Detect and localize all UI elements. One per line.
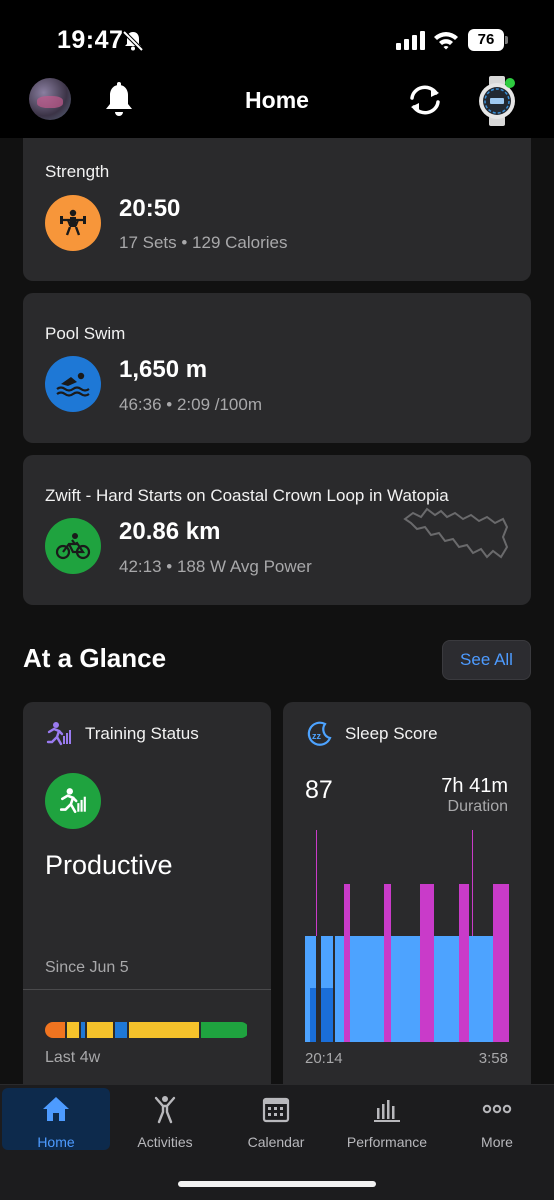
sleep-start-time: 20:14 — [305, 1050, 343, 1067]
weightlifter-icon — [45, 195, 101, 251]
home-indicator — [178, 1181, 376, 1187]
history-segment — [129, 1022, 199, 1038]
sleep-duration-value: 7h 41m — [441, 775, 508, 797]
activity-details: 46:36 • 2:09 /100m — [119, 395, 262, 414]
training-history-bar — [45, 1022, 249, 1038]
sleep-duration-label: Duration — [447, 798, 508, 815]
bell-muted-icon — [122, 30, 144, 52]
see-all-button[interactable]: See All — [442, 640, 531, 680]
training-status-value: Productive — [45, 850, 173, 880]
activity-distance: 20.86 km — [119, 518, 221, 545]
activity-name: Zwift - Hard Starts on Coastal Crown Loo… — [45, 486, 449, 505]
calendar-icon — [262, 1097, 290, 1123]
activity-card-zwift[interactable]: Zwift - Hard Starts on Coastal Crown Loo… — [23, 455, 531, 605]
more-icon — [482, 1104, 512, 1114]
device-connected-dot — [505, 78, 515, 88]
tab-calendar[interactable]: Calendar — [222, 1085, 330, 1151]
sleep-icon: zz — [307, 721, 332, 746]
activity-details: 17 Sets • 129 Calories — [119, 233, 288, 252]
tile-title: Sleep Score — [345, 724, 438, 743]
training-status-card[interactable]: Training Status Productive Since Jun 5 L… — [23, 702, 271, 1102]
history-segment — [67, 1022, 79, 1038]
training-status-badge-icon — [45, 773, 101, 829]
tab-label: More — [481, 1134, 513, 1150]
cyclist-icon — [45, 518, 101, 574]
battery-level: 76 — [468, 29, 504, 51]
activity-distance: 1,650 m — [119, 356, 208, 383]
tab-home[interactable]: Home — [2, 1088, 110, 1150]
training-status-period: Last 4w — [45, 1049, 101, 1066]
history-segment — [201, 1022, 247, 1038]
home-icon — [43, 1097, 69, 1121]
battery-icon: 76 — [468, 29, 508, 51]
tab-label: Performance — [346, 1134, 428, 1150]
svg-text:zz: zz — [312, 731, 322, 741]
status-bar: 19:47 76 — [0, 0, 554, 70]
tab-more[interactable]: More — [443, 1085, 551, 1151]
history-segment — [115, 1022, 127, 1038]
performance-icon — [374, 1100, 400, 1122]
training-status-since: Since Jun 5 — [45, 959, 129, 976]
status-time: 19:47 — [57, 26, 124, 54]
tab-label: Activities — [137, 1134, 193, 1150]
activity-name: Pool Swim — [45, 324, 126, 343]
cellular-signal-icon — [396, 31, 425, 50]
tile-title: Training Status — [85, 724, 199, 743]
activity-duration: 20:50 — [119, 195, 181, 222]
training-status-icon — [46, 722, 71, 746]
tab-label: Calendar — [247, 1134, 305, 1150]
sync-icon[interactable] — [406, 83, 444, 117]
sleep-score-value: 87 — [305, 776, 333, 804]
activity-card-strength[interactable]: Strength 20:50 17 Sets • 129 Calories — [23, 138, 531, 281]
sleep-score-card[interactable]: zz Sleep Score 87 7h 41m Duration 20:14 … — [283, 702, 531, 1102]
wifi-icon — [434, 32, 458, 50]
history-segment — [87, 1022, 113, 1038]
tab-performance[interactable]: Performance — [333, 1085, 441, 1151]
swimmer-icon — [45, 356, 101, 412]
activity-card-pool-swim[interactable]: Pool Swim 1,650 m 46:36 • 2:09 /100m — [23, 293, 531, 443]
history-segment — [81, 1022, 85, 1038]
tab-activities[interactable]: Activities — [111, 1085, 219, 1151]
activity-details: 42:13 • 188 W Avg Power — [119, 557, 312, 576]
top-nav: Home — [0, 70, 554, 138]
history-segment — [45, 1022, 65, 1038]
activities-icon — [154, 1096, 176, 1124]
activity-name: Strength — [45, 162, 110, 181]
sleep-stages-chart — [305, 830, 509, 1042]
divider — [23, 989, 271, 990]
sleep-end-time: 3:58 — [478, 1050, 508, 1067]
page-title: Home — [245, 87, 309, 113]
section-title: At a Glance — [23, 643, 167, 673]
route-map-icon — [403, 507, 509, 559]
tab-label: Home — [37, 1134, 75, 1150]
